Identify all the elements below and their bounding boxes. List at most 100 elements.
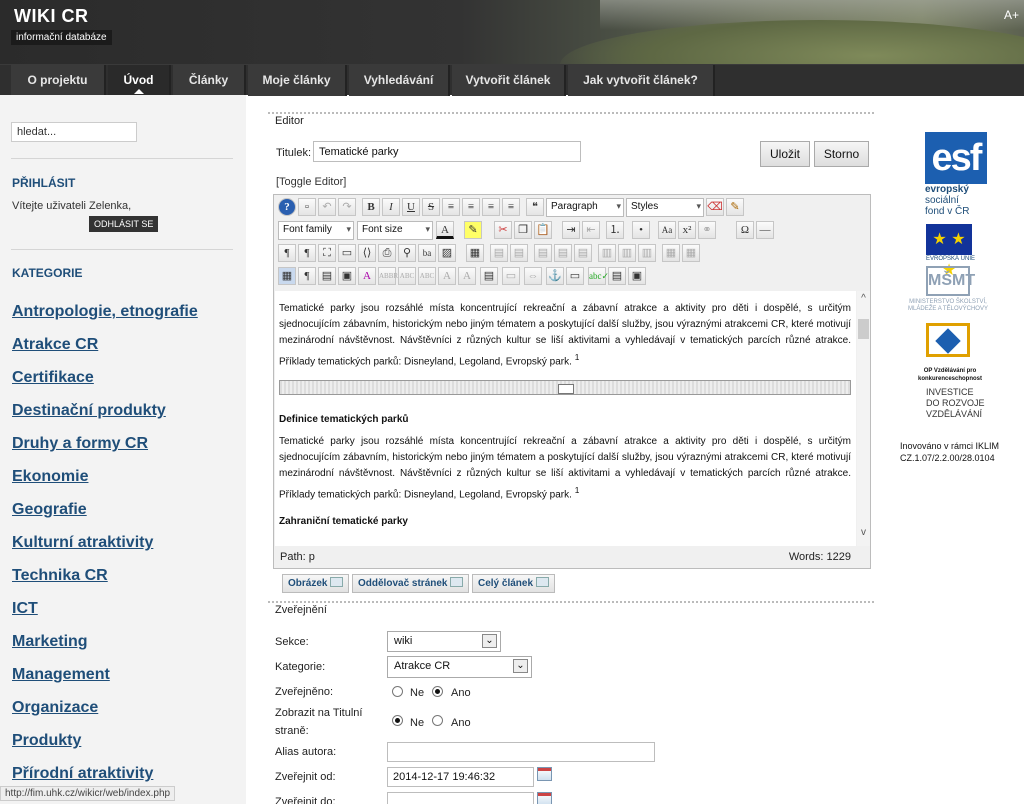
font-family-select[interactable]: Font family <box>278 221 354 240</box>
font-size-toggle-icon[interactable]: Aa <box>658 221 676 239</box>
cleanup-brush-icon[interactable]: ✎ <box>726 198 744 216</box>
split-cells-icon[interactable]: ▦ <box>662 244 680 262</box>
paste-icon[interactable]: 📋 <box>534 221 552 239</box>
front-page-no-radio[interactable] <box>392 715 403 726</box>
align-left-icon[interactable]: ≡ <box>482 198 500 216</box>
nav-item-vyhledavani[interactable]: Vyhledávání <box>349 65 450 96</box>
outdent-icon[interactable]: ⇤ <box>582 221 600 239</box>
replace-icon[interactable]: ba <box>418 244 436 262</box>
path-value[interactable]: p <box>309 551 315 563</box>
copy-icon[interactable]: ❐ <box>514 221 532 239</box>
category-link[interactable]: Certifikace <box>12 369 198 402</box>
site-title[interactable]: WIKI CR <box>14 6 89 27</box>
category-link[interactable]: Destinační produkty <box>12 402 198 435</box>
link-icon[interactable]: ⚭ <box>698 221 716 239</box>
ltr-icon[interactable]: ¶ <box>278 244 296 262</box>
login-heading[interactable]: PŘIHLÁSIT <box>12 176 75 190</box>
row-props-icon[interactable]: ▤ <box>490 244 508 262</box>
insert-row-before-icon[interactable]: ▤ <box>534 244 552 262</box>
find-icon[interactable]: ⚲ <box>398 244 416 262</box>
underline-icon[interactable]: U <box>402 198 420 216</box>
special-char-icon[interactable]: Ω <box>736 221 754 239</box>
italic-icon[interactable]: I <box>382 198 400 216</box>
save-button[interactable]: Uložit <box>760 141 810 167</box>
full-article-button[interactable]: Celý článek <box>472 574 556 593</box>
category-link[interactable]: Kulturní atraktivity <box>12 534 198 567</box>
html-source-icon[interactable]: ⟨⟩ <box>358 244 376 262</box>
nav-item-vytvorit-clanek[interactable]: Vytvořit článek <box>452 65 566 96</box>
font-size-select[interactable]: Font size <box>357 221 433 240</box>
front-page-yes-radio[interactable] <box>432 715 443 726</box>
scroll-thumb[interactable] <box>858 319 869 339</box>
delete-row-icon[interactable]: ▤ <box>574 244 592 262</box>
nav-item-clanky[interactable]: Články <box>173 65 246 96</box>
nav-item-uvod[interactable]: Úvod <box>108 65 171 96</box>
preview-icon[interactable]: ▣ <box>628 267 646 285</box>
category-link[interactable]: Technika CR <box>12 567 198 600</box>
category-link[interactable]: Druhy a formy CR <box>12 435 198 468</box>
styleprops-icon[interactable]: A <box>358 267 376 285</box>
nav-item-moje-clanky[interactable]: Moje články <box>248 65 347 96</box>
format-select[interactable]: Paragraph <box>546 198 624 217</box>
category-link[interactable]: Ekonomie <box>12 468 198 501</box>
nonbreaking-icon[interactable]: ▭ <box>502 267 520 285</box>
category-link[interactable]: ICT <box>12 600 198 633</box>
abbr-icon[interactable]: ABBR <box>378 267 398 285</box>
styles-select[interactable]: Styles <box>626 198 704 217</box>
image-icon[interactable]: ▨ <box>438 244 456 262</box>
calendar-icon[interactable] <box>537 767 552 781</box>
acronym-icon[interactable]: ABC <box>398 267 416 285</box>
undo-icon[interactable]: ↶ <box>318 198 336 216</box>
template-icon[interactable]: ▤ <box>318 267 336 285</box>
insert-col-before-icon[interactable]: ▥ <box>598 244 616 262</box>
highlight-icon[interactable]: ✎ <box>464 221 482 239</box>
editor-content[interactable]: Tematické parky jsou rozsáhlé místa konc… <box>275 291 856 546</box>
spellcheck-icon[interactable]: abc✓ <box>588 267 609 285</box>
horizontal-rule-icon[interactable]: — <box>756 221 774 239</box>
insert-row-after-icon[interactable]: ▤ <box>554 244 572 262</box>
title-input[interactable] <box>313 141 581 162</box>
anchor-icon[interactable]: ⚓ <box>546 267 564 285</box>
publish-to-input[interactable] <box>387 792 534 804</box>
category-link[interactable]: Organizace <box>12 699 198 732</box>
cite-icon[interactable]: ABC <box>418 267 436 285</box>
calendar-icon[interactable] <box>537 792 552 804</box>
page-separator-button[interactable]: Oddělovač stránek <box>352 574 470 593</box>
superscript-icon[interactable]: x² <box>678 221 696 239</box>
pagebreak-icon[interactable]: ⇔ <box>524 267 542 285</box>
align-right-icon[interactable]: ≡ <box>502 198 520 216</box>
bold-icon[interactable]: B <box>362 198 380 216</box>
numbered-list-icon[interactable]: ⒈ <box>606 221 624 239</box>
bullet-list-icon[interactable]: • <box>632 221 650 239</box>
visual-aid-icon[interactable]: ▭ <box>338 244 356 262</box>
nav-item-jak-vytvorit[interactable]: Jak vytvořit článek? <box>568 65 715 96</box>
category-link[interactable]: Atrakce CR <box>12 336 198 369</box>
toggle-editor-link[interactable]: [Toggle Editor] <box>276 176 346 188</box>
align-center-icon[interactable]: ≡ <box>462 198 480 216</box>
attribs-icon[interactable]: ▤ <box>480 267 498 285</box>
media-icon[interactable]: ▭ <box>566 267 584 285</box>
layer-icon[interactable]: ▣ <box>338 267 356 285</box>
rtl-icon[interactable]: ¶ <box>298 244 316 262</box>
editor-scrollbar[interactable]: ^ v <box>857 291 870 546</box>
author-alias-input[interactable] <box>387 742 655 762</box>
logout-button[interactable]: ODHLÁSIT SE <box>89 216 159 232</box>
show-blocks-icon[interactable]: ▦ <box>278 267 296 285</box>
eraser-icon[interactable]: ⌫ <box>706 198 724 216</box>
font-size-icon[interactable]: A+ <box>1004 8 1019 22</box>
category-link[interactable]: Produkty <box>12 732 198 765</box>
show-chars-icon[interactable]: ¶ <box>298 267 316 285</box>
indent-icon[interactable]: ⇥ <box>562 221 580 239</box>
published-no-radio[interactable] <box>392 686 403 697</box>
publish-from-input[interactable] <box>387 767 534 787</box>
cancel-button[interactable]: Storno <box>814 141 869 167</box>
help-icon[interactable]: ? <box>278 198 296 216</box>
nav-item-o-projektu[interactable]: O projektu <box>11 65 106 96</box>
fullscreen-icon[interactable]: ⛶ <box>318 244 336 262</box>
insert-image-button[interactable]: Obrázek <box>282 574 350 593</box>
text-color-icon[interactable]: A <box>436 221 454 239</box>
delete-col-icon[interactable]: ▥ <box>638 244 656 262</box>
scroll-down-icon[interactable]: v <box>857 527 870 538</box>
redo-icon[interactable]: ↷ <box>338 198 356 216</box>
insert-date-icon[interactable]: ▤ <box>608 267 626 285</box>
